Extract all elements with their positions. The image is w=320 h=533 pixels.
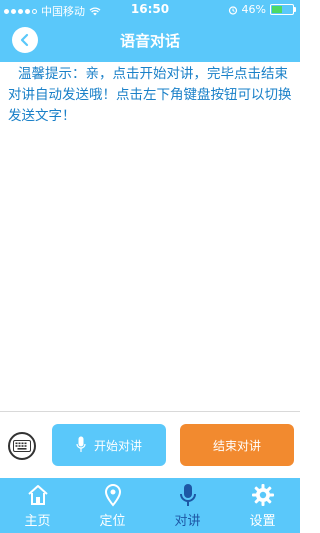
tab-talk-label: 对讲 — [174, 514, 201, 529]
status-bar: 中国移动 16:50 46% — [0, 0, 300, 20]
header: 中国移动 16:50 46% 语音对话 — [0, 0, 300, 62]
tab-home[interactable]: 主页 — [0, 478, 75, 533]
tab-location-label: 定位 — [99, 514, 126, 529]
keyboard-icon — [13, 440, 31, 452]
location-pin-icon — [104, 484, 121, 507]
microphone-icon — [179, 484, 196, 506]
page-title: 语音对话 — [119, 32, 180, 50]
battery-icon — [270, 4, 296, 15]
tab-talk[interactable]: 对讲 — [150, 478, 225, 533]
start-talk-button[interactable]: 开始对讲 — [52, 424, 166, 466]
tab-bar: 主页 定位 对讲 设置 — [0, 478, 300, 533]
home-icon — [27, 485, 48, 505]
stop-talk-label: 结束对讲 — [212, 438, 261, 453]
start-talk-label: 开始对讲 — [93, 438, 142, 453]
tab-settings-label: 设置 — [249, 514, 276, 529]
battery-percent: 46% — [241, 3, 266, 16]
keyboard-toggle-button[interactable] — [8, 432, 36, 460]
stop-talk-button[interactable]: 结束对讲 — [180, 424, 294, 466]
tab-location[interactable]: 定位 — [75, 478, 150, 533]
tab-home-label: 主页 — [24, 514, 51, 529]
gear-icon — [251, 484, 274, 506]
tab-settings[interactable]: 设置 — [225, 478, 300, 533]
input-bar: 开始对讲 结束对讲 — [0, 411, 300, 478]
microphone-icon — [76, 436, 86, 452]
tip-text: 温馨提示：亲，点击开始对讲，完毕点击结束对讲自动发送哦！点击左下角键盘按钮可以切… — [8, 66, 292, 124]
alarm-icon — [228, 5, 237, 15]
